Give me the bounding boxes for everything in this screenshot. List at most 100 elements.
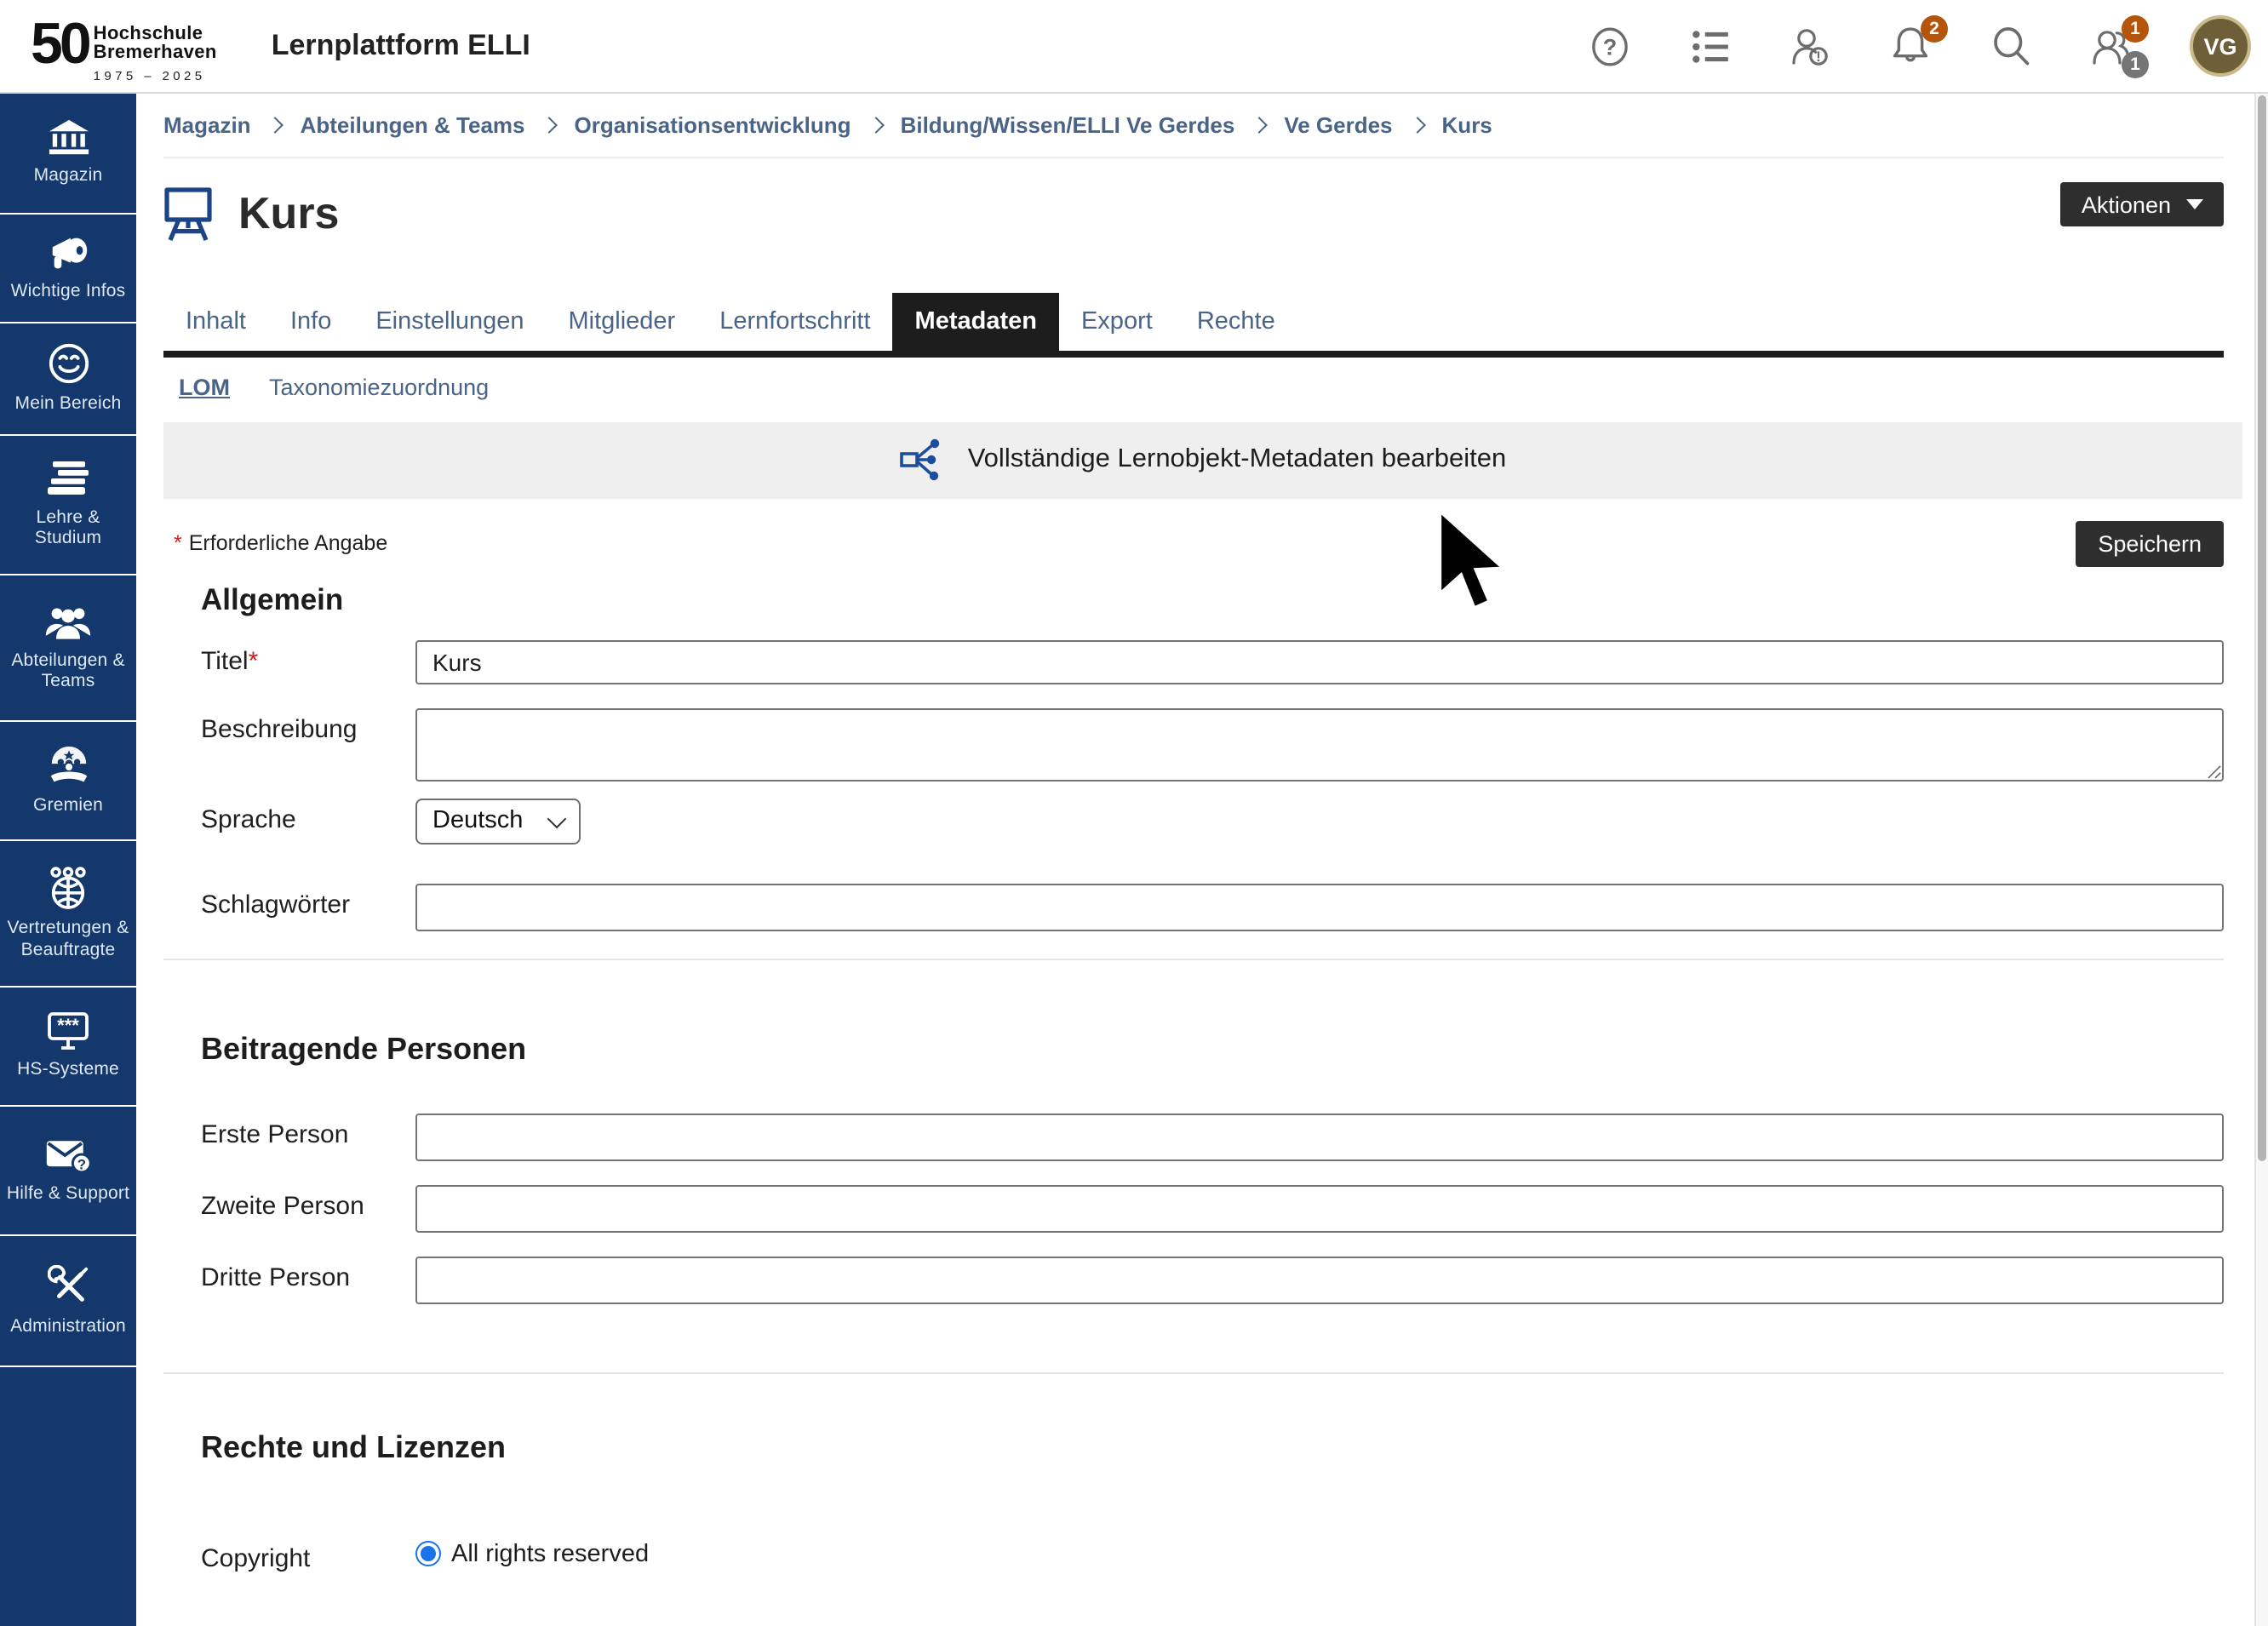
tab-metadaten[interactable]: Metadaten [893,293,1059,351]
bank-icon [47,120,89,157]
field-row-sprache: Sprache Deutsch [163,798,2224,844]
page-title: Kurs [238,186,340,239]
schlagwoerter-input[interactable] [415,883,2224,930]
main-content: Magazin Abteilungen & Teams Organisation… [136,94,2268,1626]
sidebar-item-lehre-studium[interactable]: Lehre & Studium [0,436,136,575]
breadcrumb-ve-gerdes[interactable]: Ve Gerdes [1284,112,1392,138]
chevron-right-icon [267,117,284,134]
section-divider [163,1371,2224,1373]
sprache-label: Sprache [163,798,415,833]
sidebar-item-administration[interactable]: Administration [0,1236,136,1367]
top-bar: 50 Hochschule Bremerhaven 1975 – 2025 Le… [0,0,2268,94]
user-avatar[interactable]: VG [2190,15,2251,77]
breadcrumb-abteilungen-teams[interactable]: Abteilungen & Teams [301,112,525,138]
tab-lernfortschritt[interactable]: Lernfortschritt [697,293,892,351]
scrollbar-thumb[interactable] [2258,95,2266,1161]
svg-text:?: ? [77,1156,86,1172]
subtab-lom[interactable]: LOM [179,374,230,399]
sidebar-item-mein-bereich[interactable]: Mein Bereich [0,323,136,436]
logo-50: 50 [31,9,89,77]
tab-info[interactable]: Info [268,293,353,351]
field-row-dritte-person: Dritte Person [163,1256,2224,1303]
zweite-person-input[interactable] [415,1184,2224,1232]
mail-question-icon: ? [44,1137,92,1175]
tab-export[interactable]: Export [1059,293,1175,351]
metadata-hub-icon [900,438,946,482]
task-list-icon[interactable] [1687,24,1732,68]
erste-person-label: Erste Person [163,1113,415,1148]
subtab-taxonomiezuordnung[interactable]: Taxonomiezuordnung [269,374,489,399]
chevron-right-icon [1409,117,1426,134]
svg-text:!: ! [1816,48,1821,64]
form-header: *Erforderliche Angabe Speichern [163,520,2224,566]
main-sidebar: Magazin Wichtige Infos Mein Bereich [0,94,136,1626]
sidebar-item-vertretungen[interactable]: Vertretungen & Beauftragte [0,841,136,988]
tab-underline [163,351,2224,357]
chevron-right-icon [541,117,558,134]
field-row-erste-person: Erste Person [163,1113,2224,1160]
titel-label: Titel* [163,639,415,675]
full-metadata-banner[interactable]: Vollständige Lernobjekt-Metadaten bearbe… [163,421,2242,498]
vertical-scrollbar[interactable] [2254,92,2268,1626]
copyright-radio[interactable] [415,1541,441,1566]
notifications-bell-icon[interactable]: 2 [1888,24,1933,68]
titel-input[interactable] [415,639,2224,684]
chevron-down-icon [547,809,567,828]
sidebar-empty-area [0,1367,136,1626]
breadcrumb-organisationsentwicklung[interactable]: Organisationsentwicklung [575,112,851,138]
breadcrumb-kurs[interactable]: Kurs [1442,112,1492,138]
who-is-online-icon[interactable]: ! [1788,24,1832,68]
university-logo[interactable]: 50 Hochschule Bremerhaven 1975 – 2025 [31,9,217,83]
chevron-right-icon [1251,117,1268,134]
shell: Magazin Wichtige Infos Mein Bereich [0,94,2268,1626]
contacts-new-badge: 1 [2122,15,2149,43]
save-button[interactable]: Speichern [2076,520,2224,566]
tab-mitglieder[interactable]: Mitglieder [547,293,698,351]
dritte-person-input[interactable] [415,1256,2224,1303]
sidebar-item-magazin[interactable]: Magazin [0,94,136,215]
dritte-person-label: Dritte Person [163,1256,415,1291]
top-icon-cluster: ? ! [1587,0,2251,92]
sidebar-item-gremien[interactable]: Gremien [0,722,136,841]
logo-text: Hochschule Bremerhaven 1975 – 2025 [94,25,217,83]
books-icon [46,461,90,498]
globe-people-icon [46,867,90,909]
search-icon[interactable] [1989,24,2033,68]
copyright-option-label: All rights reserved [451,1540,649,1567]
tab-rechte[interactable]: Rechte [1175,293,1297,351]
breadcrumb-magazin[interactable]: Magazin [163,112,251,138]
language-select[interactable]: Deutsch [415,798,581,844]
erste-person-input[interactable] [415,1113,2224,1160]
required-asterisk: * [249,646,259,675]
field-row-schlagwoerter: Schlagwörter [163,883,2224,930]
sidebar-item-hs-systeme[interactable]: *** HS-Systeme [0,988,136,1107]
smiley-icon [47,343,89,386]
course-icon [163,183,213,243]
section-heading-allgemein: Allgemein [201,581,2224,617]
beschreibung-textarea[interactable] [415,707,2224,781]
contacts-icon[interactable]: 1 1 [2089,24,2133,68]
chevron-right-icon [868,117,885,134]
required-hint: *Erforderliche Angabe [174,531,387,555]
tab-inhalt[interactable]: Inhalt [163,293,268,351]
schlagwoerter-label: Schlagwörter [163,883,415,919]
field-row-beschreibung: Beschreibung [163,707,2224,789]
help-icon[interactable]: ? [1587,24,1631,68]
sidebar-item-hilfe-support[interactable]: ? Hilfe & Support [0,1107,136,1236]
tab-bar: Inhalt Info Einstellungen Mitglieder Ler… [163,293,2224,351]
copyright-label: Copyright [163,1537,415,1572]
breadcrumb-bildung-wissen[interactable]: Bildung/Wissen/ELLI Ve Gerdes [901,112,1235,138]
committee-icon [45,746,91,787]
sidebar-item-wichtige-infos[interactable]: Wichtige Infos [0,215,136,323]
section-heading-rechte: Rechte und Lizenzen [201,1429,2224,1465]
tab-einstellungen[interactable]: Einstellungen [353,293,546,351]
sidebar-item-abteilungen-teams[interactable]: Abteilungen & Teams [0,575,136,722]
megaphone-icon [45,235,91,272]
zweite-person-label: Zweite Person [163,1184,415,1220]
section-divider [163,958,2224,959]
caret-down-icon [2186,199,2203,209]
notifications-badge: 2 [1921,15,1948,43]
actions-button[interactable]: Aktionen [2061,182,2224,226]
banner-label: Vollständige Lernobjekt-Metadaten bearbe… [968,444,1507,475]
copyright-option-row: All rights reserved [415,1537,2224,1567]
